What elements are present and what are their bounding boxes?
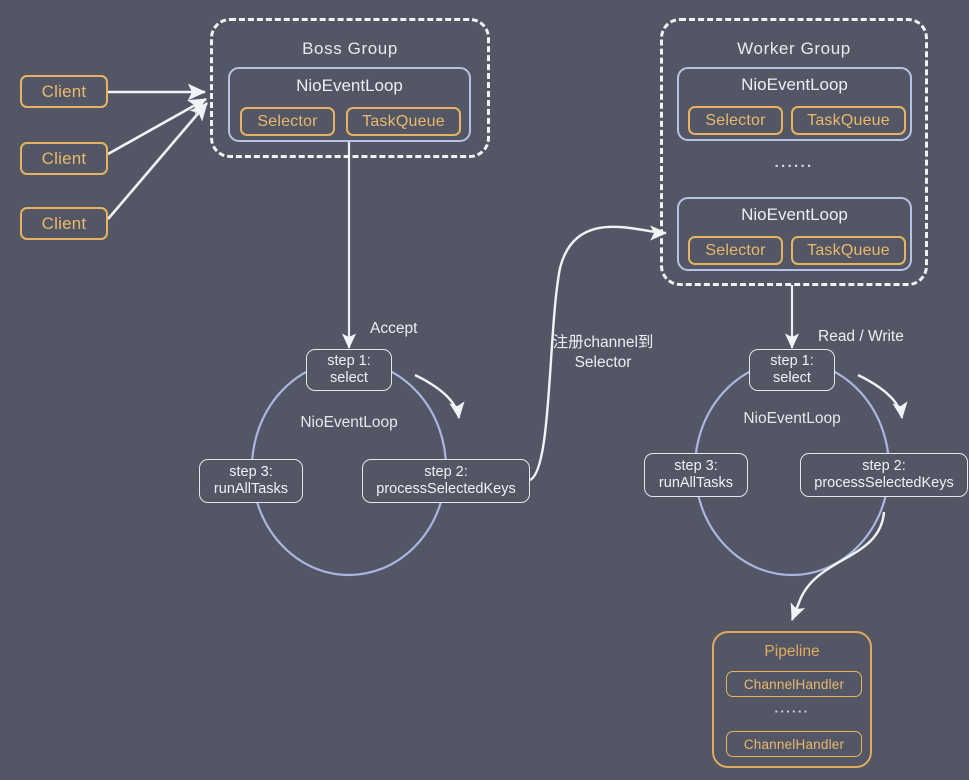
boss-nioeventloop-box: NioEventLoop Selector TaskQueue bbox=[228, 67, 471, 142]
boss-step-3: step 3: runAllTasks bbox=[199, 459, 303, 503]
client-label: Client bbox=[41, 213, 87, 233]
worker-taskqueue-label: TaskQueue bbox=[807, 241, 890, 259]
worker-taskqueue-box-1: TaskQueue bbox=[791, 106, 906, 135]
pipeline-container: Pipeline ChannelHandler ······ ChannelHa… bbox=[712, 631, 872, 768]
worker-step-3-line1: step 3: bbox=[674, 457, 718, 474]
worker-step-3: step 3: runAllTasks bbox=[644, 453, 748, 497]
read-write-label: Read / Write bbox=[818, 328, 904, 345]
client-box: Client bbox=[20, 142, 108, 175]
register-channel-line1: 注册channel到 bbox=[552, 334, 654, 351]
boss-cycle-center-label: NioEventLoop bbox=[300, 414, 398, 431]
boss-step-1-line2: select bbox=[330, 370, 368, 386]
worker-cycle-center-label: NioEventLoop bbox=[743, 410, 841, 427]
boss-step-1-line1: step 1: bbox=[327, 352, 371, 369]
boss-selector-box: Selector bbox=[240, 107, 335, 136]
channel-handler-label: ChannelHandler bbox=[743, 676, 845, 692]
worker-nioeventloop-box-1: NioEventLoop Selector TaskQueue bbox=[677, 67, 912, 141]
boss-step-3-line2: runAllTasks bbox=[213, 481, 289, 497]
boss-nioeventloop-title: NioEventLoop bbox=[296, 76, 403, 95]
client-box: Client bbox=[20, 75, 108, 108]
netty-architecture-diagram: Client Client Client Boss Group NioEvent… bbox=[0, 0, 969, 780]
worker-selector-box-2: Selector bbox=[688, 236, 783, 265]
worker-taskqueue-box-2: TaskQueue bbox=[791, 236, 906, 265]
boss-step-2-line1: step 2: bbox=[424, 463, 468, 480]
worker-step-2-line1: step 2: bbox=[862, 457, 906, 474]
worker-step-2: step 2: processSelectedKeys bbox=[800, 453, 968, 497]
boss-step-2: step 2: processSelectedKeys bbox=[362, 459, 530, 503]
worker-selector-box-1: Selector bbox=[688, 106, 783, 135]
client-box: Client bbox=[20, 207, 108, 240]
worker-taskqueue-label: TaskQueue bbox=[807, 111, 890, 129]
channel-handler-box-2: ChannelHandler bbox=[726, 731, 862, 757]
channel-handler-label: ChannelHandler bbox=[743, 736, 845, 752]
worker-selector-label: Selector bbox=[705, 241, 766, 259]
boss-step-2-line2: processSelectedKeys bbox=[376, 481, 516, 497]
worker-step-1: step 1: select bbox=[749, 349, 835, 391]
accept-label: Accept bbox=[370, 320, 418, 337]
client-label: Client bbox=[41, 81, 87, 101]
boss-group-title: Boss Group bbox=[302, 39, 398, 58]
worker-nioeventloop-box-2: NioEventLoop Selector TaskQueue bbox=[677, 197, 912, 271]
register-channel-line2: Selector bbox=[574, 354, 632, 372]
worker-selector-label: Selector bbox=[705, 111, 766, 129]
channel-handler-box-1: ChannelHandler bbox=[726, 671, 862, 697]
worker-nioeventloop-title: NioEventLoop bbox=[741, 205, 848, 224]
boss-taskqueue-box: TaskQueue bbox=[346, 107, 461, 136]
boss-step-1: step 1: select bbox=[306, 349, 392, 391]
pipeline-title: Pipeline bbox=[764, 643, 820, 660]
worker-step-1-line1: step 1: bbox=[770, 352, 814, 369]
register-channel-label: 注册channel到 Selector bbox=[540, 333, 666, 373]
pipeline-ellipsis: ······ bbox=[774, 704, 810, 719]
worker-step-3-line2: runAllTasks bbox=[658, 475, 734, 491]
client-label: Client bbox=[41, 148, 87, 168]
worker-group-ellipsis: ······ bbox=[774, 158, 814, 175]
worker-group-title: Worker Group bbox=[737, 39, 851, 58]
worker-step-2-line2: processSelectedKeys bbox=[814, 475, 954, 491]
worker-step-1-line2: select bbox=[773, 370, 811, 386]
boss-step-3-line1: step 3: bbox=[229, 463, 273, 480]
worker-nioeventloop-title: NioEventLoop bbox=[741, 75, 848, 94]
boss-selector-label: Selector bbox=[257, 112, 318, 130]
boss-taskqueue-label: TaskQueue bbox=[362, 112, 445, 130]
